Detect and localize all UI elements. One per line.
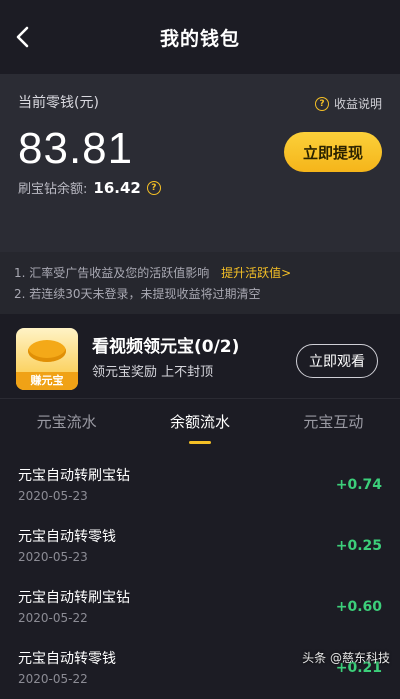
task-title: 看视频领元宝(0/2)	[92, 337, 240, 357]
back-button[interactable]	[8, 22, 38, 52]
note-line-1: 1. 汇率受广告收益及您的活跃值影响 提升活跃值>	[14, 264, 382, 281]
diamond-balance-value: 16.42	[93, 178, 141, 197]
transaction-date: 2020-05-23	[18, 550, 88, 564]
video-task-banner: 赚元宝 看视频领元宝(0/2) 领元宝奖励 上不封顶 立即观看	[0, 314, 400, 399]
ledger-tabs: 元宝流水 余额流水 元宝互动	[0, 399, 400, 449]
watermark-text: 头条 @慈东科技	[302, 651, 390, 665]
list-item[interactable]: 元宝自动转零钱 2020-05-23 +0.25	[0, 516, 400, 577]
transaction-date: 2020-05-23	[18, 489, 88, 503]
transaction-name: 元宝自动转零钱	[18, 651, 116, 667]
note-line-2: 2. 若连续30天未登录，未提现收益将过期清空	[14, 287, 261, 301]
boost-activity-link[interactable]: 提升活跃值>	[221, 266, 291, 280]
transaction-amount: +0.74	[335, 477, 382, 493]
list-item[interactable]: 元宝自动转零钱 2020-05-22 +0.21	[0, 638, 400, 699]
wallet-notes: 1. 汇率受广告收益及您的活跃值影响 提升活跃值> 2. 若连续30天未登录，未…	[0, 252, 400, 314]
earnings-help-link[interactable]: ? 收益说明	[314, 95, 382, 112]
diamond-balance-label: 刷宝钻余额:	[18, 182, 88, 197]
watch-now-button[interactable]: 立即观看	[296, 344, 378, 378]
page-title: 我的钱包	[159, 27, 240, 50]
task-subtitle: 领元宝奖励 上不封顶	[92, 365, 214, 380]
tab-balance-flow[interactable]: 余额流水	[170, 411, 230, 438]
transaction-amount: +0.25	[335, 538, 382, 554]
chevron-left-icon	[16, 26, 29, 48]
wallet-card: 当前零钱(元) ? 收益说明 83.81 立即提现 刷宝钻余额: 16.42 ?	[0, 74, 400, 252]
transaction-name: 元宝自动转刷宝钻	[18, 468, 130, 484]
gold-ingot-image: 赚元宝	[16, 328, 78, 390]
task-image-tag: 赚元宝	[16, 372, 78, 390]
earnings-help-label: 收益说明	[333, 97, 382, 111]
gold-ingot-icon	[28, 340, 66, 362]
tab-ingot-interaction[interactable]: 元宝互动	[303, 411, 363, 438]
watermark: 头条 @慈东科技	[302, 649, 390, 666]
transaction-date: 2020-05-22	[18, 611, 88, 625]
note-text-1: 1. 汇率受广告收益及您的活跃值影响	[14, 266, 210, 280]
withdraw-button[interactable]: 立即提现	[284, 132, 382, 172]
list-item[interactable]: 元宝自动转刷宝钻 2020-05-22 +0.60	[0, 577, 400, 638]
question-icon[interactable]: ?	[146, 180, 161, 195]
transaction-name: 元宝自动转刷宝钻	[18, 590, 130, 606]
transaction-name: 元宝自动转零钱	[18, 529, 116, 545]
question-icon: ?	[314, 96, 329, 111]
diamond-balance: 刷宝钻余额: 16.42 ?	[18, 178, 382, 197]
list-item[interactable]: 元宝自动转刷宝钻 2020-05-23 +0.74	[0, 455, 400, 516]
top-bar: 我的钱包	[0, 0, 400, 74]
tab-ingot-flow[interactable]: 元宝流水	[37, 411, 97, 438]
transaction-amount: +0.60	[335, 599, 382, 615]
transaction-date: 2020-05-22	[18, 672, 88, 686]
